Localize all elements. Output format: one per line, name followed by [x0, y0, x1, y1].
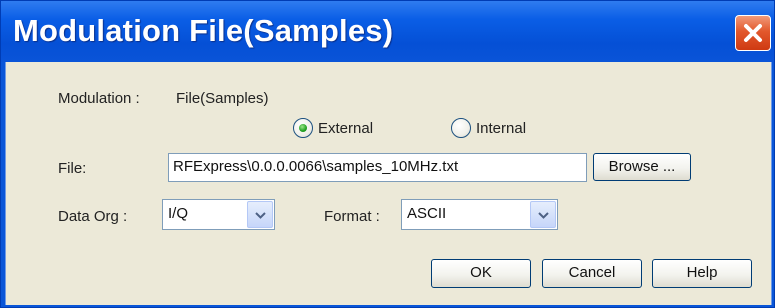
- format-select[interactable]: ASCII: [401, 199, 558, 230]
- help-button-label: Help: [686, 264, 718, 281]
- file-label: File:: [58, 160, 87, 177]
- window-title: Modulation File(Samples): [13, 13, 394, 48]
- radio-selected-dot: [299, 124, 307, 132]
- format-label: Format :: [324, 208, 380, 225]
- data-org-select[interactable]: I/Q: [162, 199, 275, 230]
- chevron-down-icon: [538, 212, 549, 219]
- ok-button-label: OK: [470, 264, 492, 281]
- external-radio[interactable]: [293, 118, 313, 138]
- close-button[interactable]: [735, 15, 771, 51]
- browse-button-label: Browse ...: [608, 158, 676, 175]
- modulation-value: File(Samples): [176, 90, 269, 107]
- close-icon: [744, 24, 762, 42]
- title-bar[interactable]: Modulation File(Samples): [1, 1, 774, 62]
- data-org-value: I/Q: [168, 205, 189, 222]
- format-dropdown-button[interactable]: [530, 201, 556, 228]
- internal-radio[interactable]: [451, 118, 471, 138]
- browse-button[interactable]: Browse ...: [593, 153, 691, 181]
- chevron-down-icon: [255, 212, 266, 219]
- dialog-window: Modulation File(Samples) Modulation : Fi…: [0, 0, 775, 308]
- dialog-body: Modulation : File(Samples) External Inte…: [5, 62, 772, 305]
- cancel-button[interactable]: Cancel: [542, 259, 642, 288]
- file-path-input[interactable]: RFExpress\0.0.0.0066\samples_10MHz.txt: [168, 153, 587, 182]
- data-org-label: Data Org :: [58, 208, 128, 225]
- internal-radio-label[interactable]: Internal: [476, 120, 526, 137]
- help-button[interactable]: Help: [652, 259, 752, 288]
- data-org-dropdown-button[interactable]: [247, 201, 273, 228]
- cancel-button-label: Cancel: [568, 264, 616, 281]
- file-path-value: RFExpress\0.0.0.0066\samples_10MHz.txt: [173, 158, 459, 175]
- external-radio-label[interactable]: External: [318, 120, 373, 137]
- format-value: ASCII: [407, 205, 447, 222]
- ok-button[interactable]: OK: [431, 259, 531, 288]
- modulation-label: Modulation :: [58, 90, 140, 107]
